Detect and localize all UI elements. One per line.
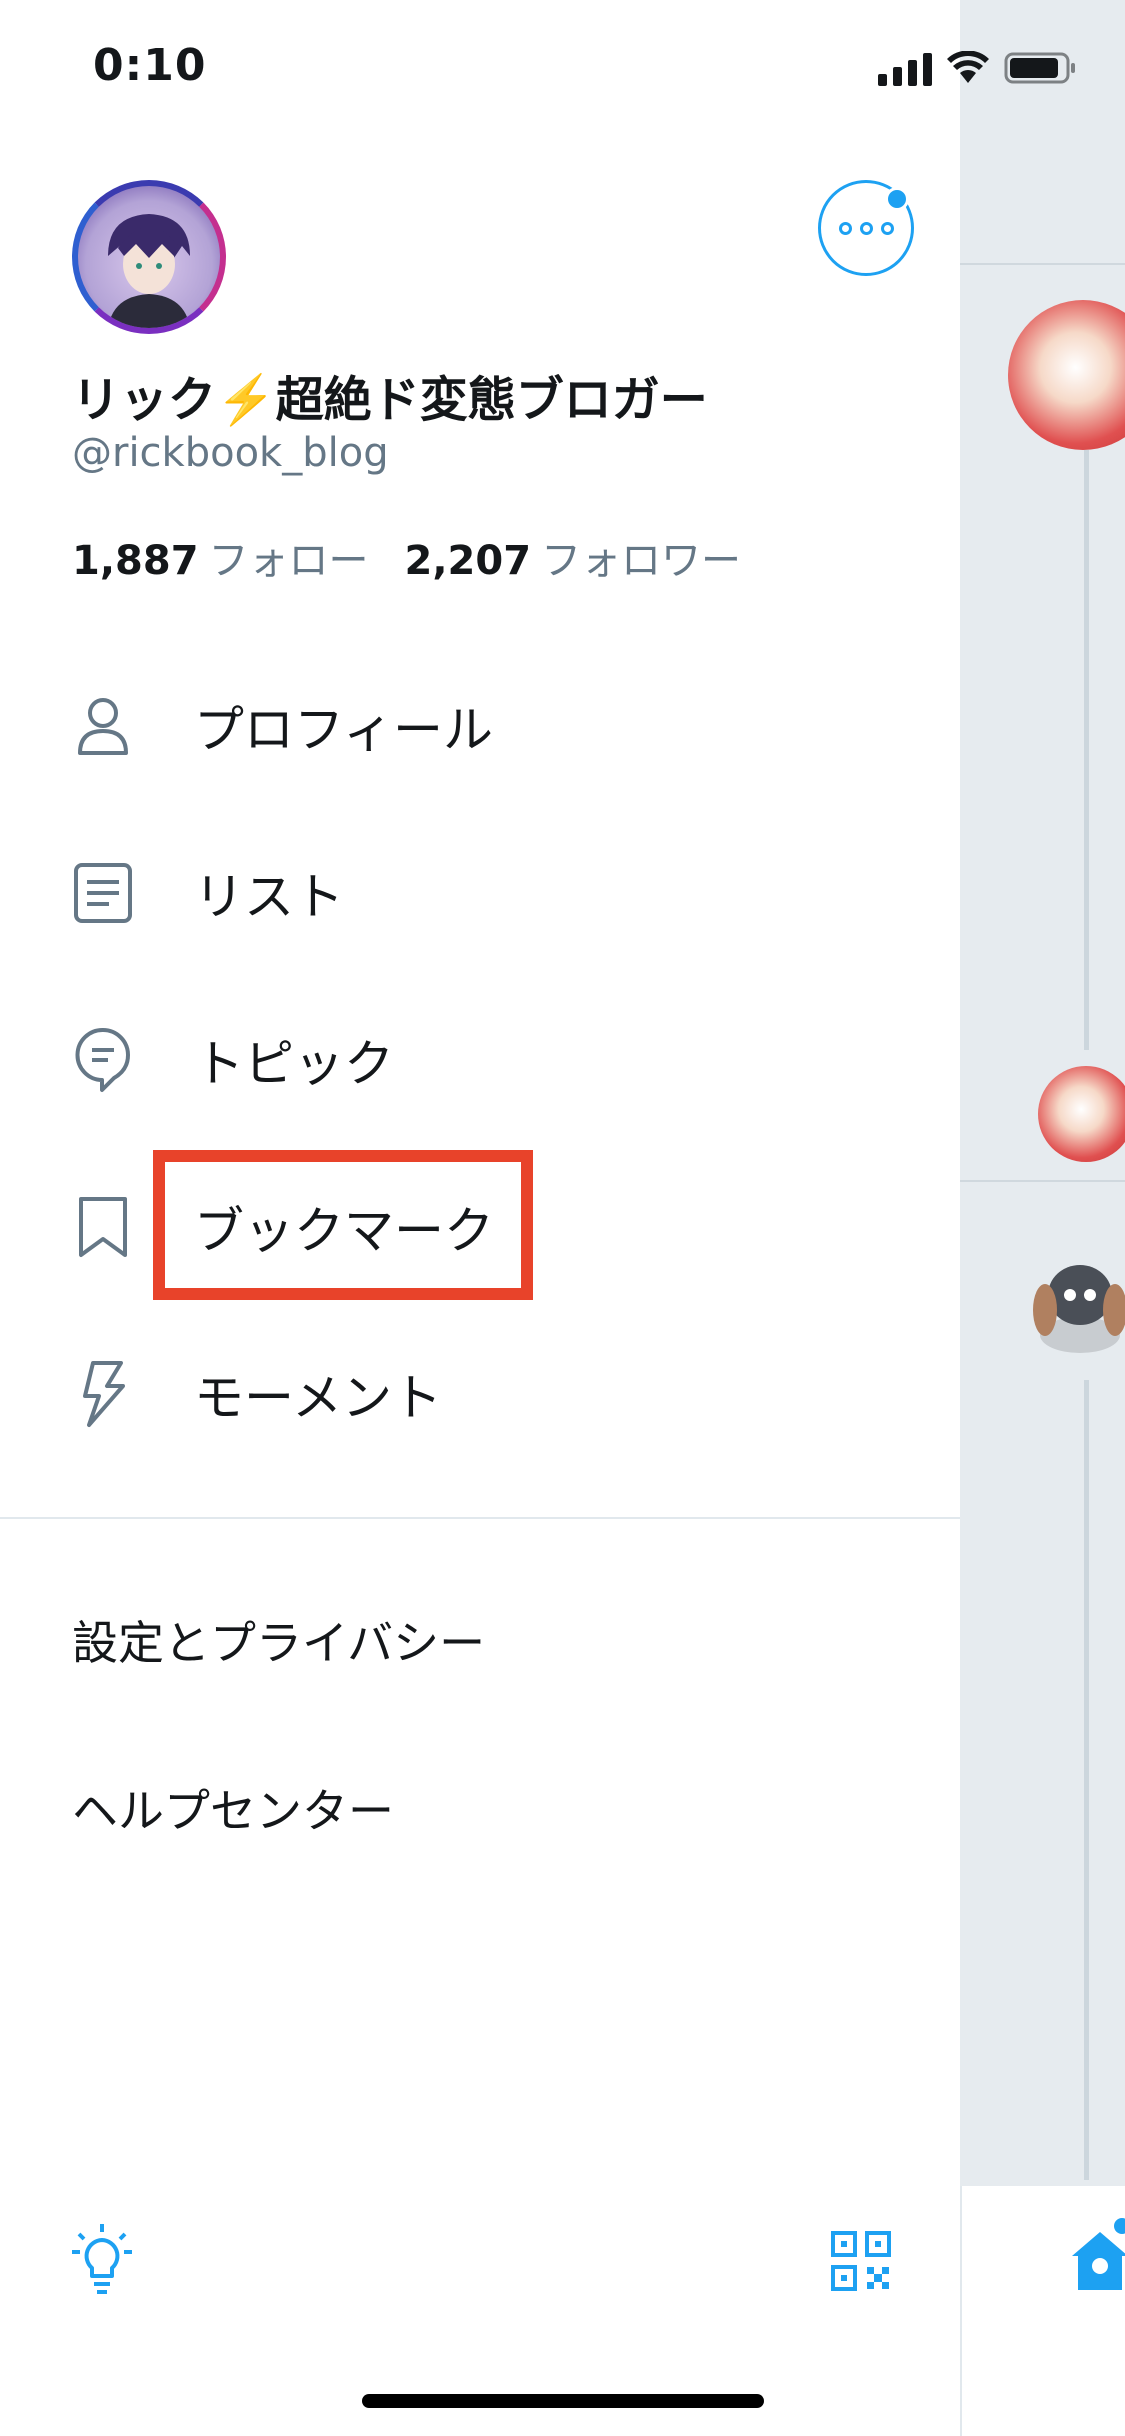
following-label: フォロー xyxy=(208,538,369,584)
following-link[interactable]: 1,887 フォロー xyxy=(72,538,369,584)
home-indicator[interactable] xyxy=(362,2394,764,2408)
menu-item-label: モーメント xyxy=(194,1369,442,1427)
lightning-icon xyxy=(72,1361,134,1427)
followers-label: フォロワー xyxy=(541,538,742,584)
menu-item-topics[interactable]: トピック xyxy=(72,1000,912,1120)
status-icons xyxy=(878,50,1078,86)
menu-item-moments[interactable]: モーメント xyxy=(72,1334,912,1454)
topic-bubble-icon xyxy=(72,1027,134,1092)
settings-and-privacy-link[interactable]: 設定とプライバシー xyxy=(72,1607,485,1673)
profile-avatar[interactable] xyxy=(72,180,226,334)
cellular-signal-icon xyxy=(878,50,932,86)
bookmark-icon xyxy=(72,1196,134,1258)
status-time: 0:10 xyxy=(93,40,207,91)
timeline-separator xyxy=(960,1180,1125,1182)
display-name[interactable]: リック⚡️超絶ド変態ブロガー xyxy=(72,360,708,430)
menu-item-label: プロフィール xyxy=(194,701,493,759)
timeline-avatar-character[interactable] xyxy=(1020,1240,1125,1360)
menu-item-lists[interactable]: リスト xyxy=(72,833,912,953)
highlight-box xyxy=(153,1150,533,1300)
wifi-icon xyxy=(947,51,989,83)
timeline-avatar[interactable] xyxy=(1038,1066,1125,1162)
person-icon xyxy=(72,695,134,757)
menu-divider xyxy=(0,1517,960,1519)
timeline-separator xyxy=(960,263,1125,265)
tab-bar-fragment xyxy=(960,2186,1125,2436)
qr-code-icon[interactable] xyxy=(830,2230,892,2292)
follow-counts: 1,887 フォロー 2,207 フォロワー xyxy=(72,528,741,586)
menu-item-label: トピック xyxy=(194,1035,394,1093)
side-drawer: 0:10 リック⚡️超絶ド変態ブロガー @rickbook_blog 1,887… xyxy=(0,0,1075,2436)
following-count: 1,887 xyxy=(72,538,199,584)
lightbulb-icon[interactable] xyxy=(64,2222,140,2298)
home-icon[interactable] xyxy=(1070,2226,1125,2296)
thread-line xyxy=(1084,450,1089,1050)
battery-icon xyxy=(1004,52,1075,84)
followers-link[interactable]: 2,207 フォロワー xyxy=(405,538,742,584)
thread-line xyxy=(1084,1380,1089,2180)
menu-item-label: リスト xyxy=(194,868,344,926)
menu-item-profile[interactable]: プロフィール xyxy=(72,666,912,786)
list-icon xyxy=(72,862,134,924)
more-options-button[interactable] xyxy=(818,180,914,276)
help-center-link[interactable]: ヘルプセンター xyxy=(72,1775,394,1841)
dot-icon xyxy=(859,221,873,235)
dot-icon xyxy=(838,221,852,235)
home-badge xyxy=(1114,2218,1125,2234)
user-handle[interactable]: @rickbook_blog xyxy=(72,430,389,476)
followers-count: 2,207 xyxy=(404,538,532,584)
notification-badge xyxy=(885,187,909,211)
dot-icon xyxy=(880,221,894,235)
